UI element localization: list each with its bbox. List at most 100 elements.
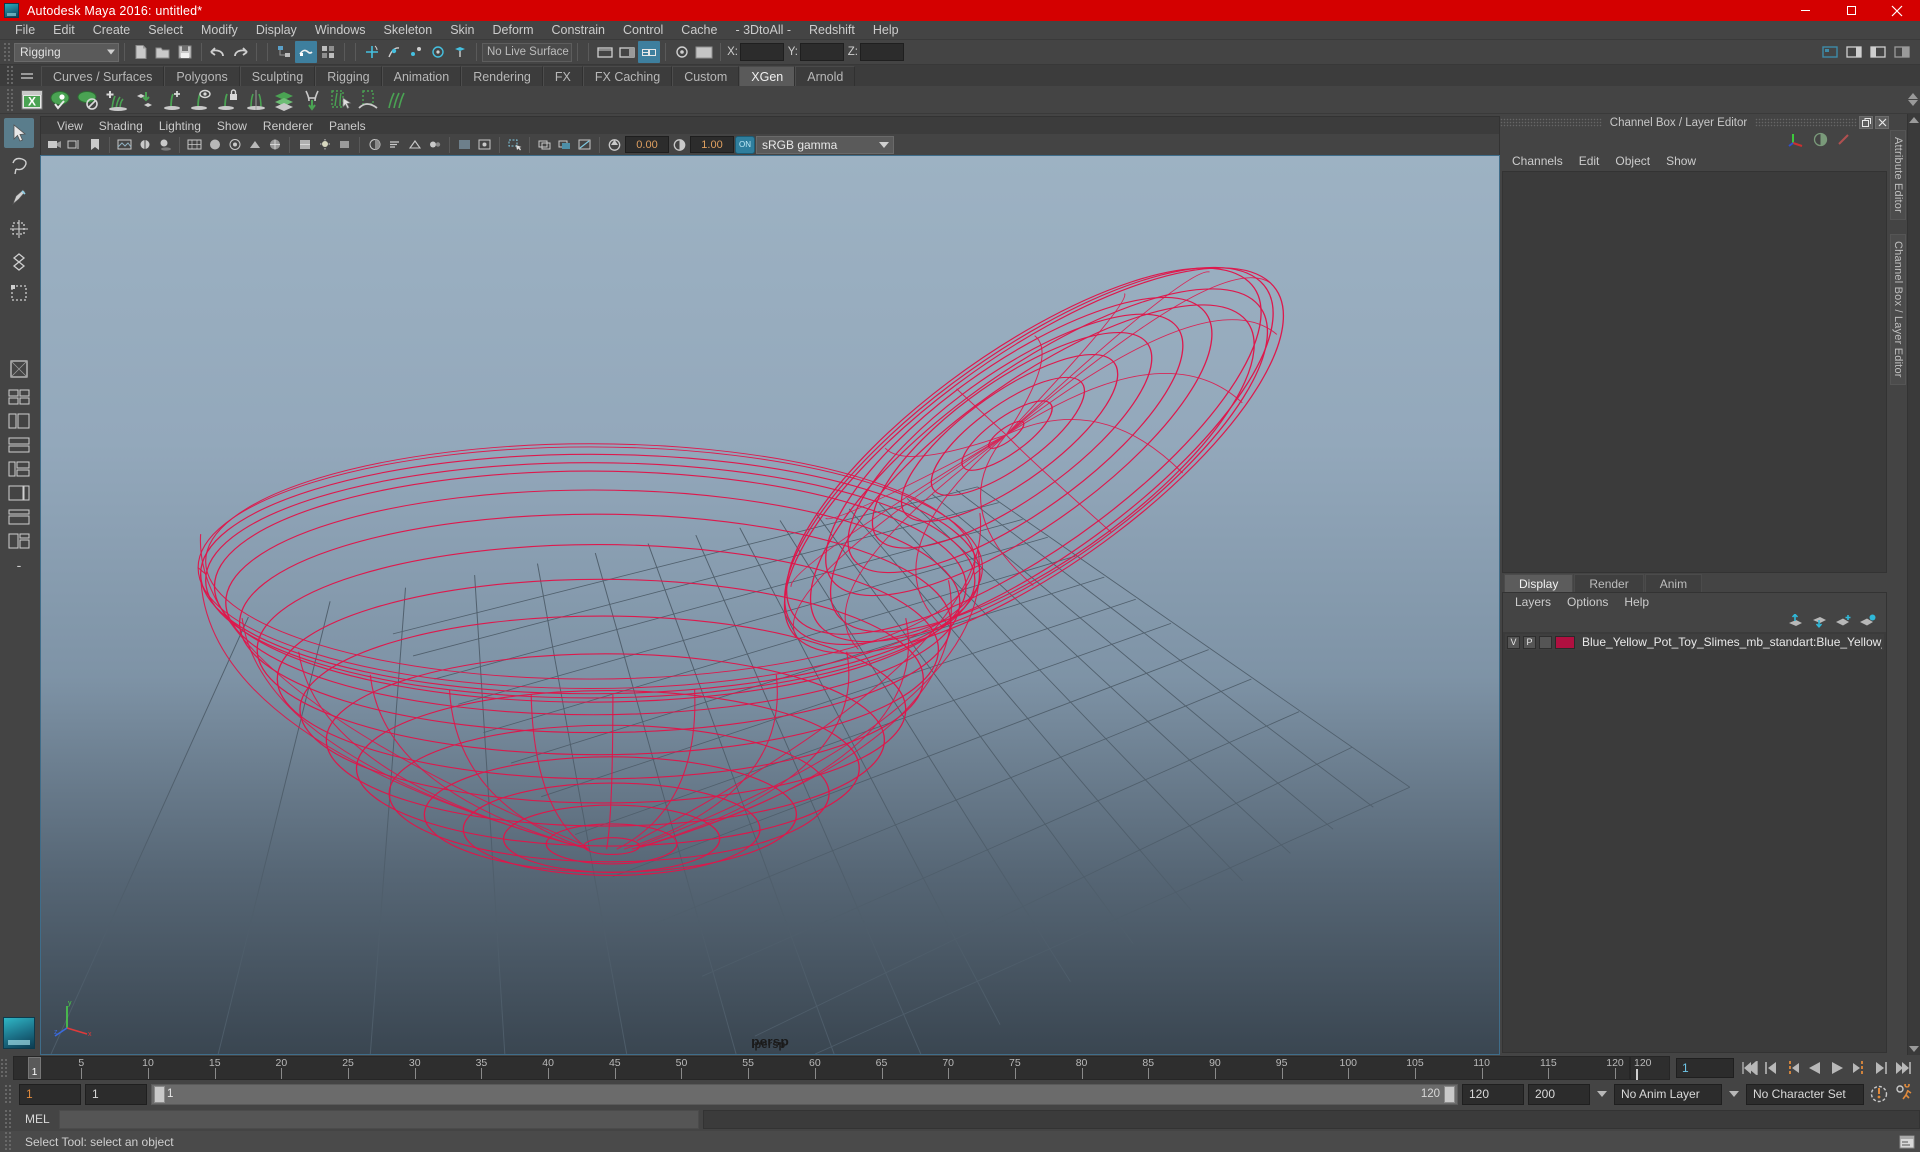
animation-preferences-icon[interactable] (1894, 1083, 1916, 1105)
script-editor-icon[interactable] (1898, 1133, 1916, 1151)
shadow-maps-icon[interactable] (335, 135, 354, 154)
shelf-tab-rendering[interactable]: Rendering (461, 66, 543, 86)
gate-mask-icon[interactable] (575, 135, 594, 154)
shelf-scroll-controls[interactable] (1908, 93, 1920, 106)
step-forward-keyframe-icon[interactable] (1872, 1059, 1890, 1077)
layer-color-swatch[interactable] (1555, 635, 1575, 649)
scroll-up-icon[interactable] (1908, 93, 1918, 99)
scroll-up-icon[interactable] (1909, 117, 1919, 123)
anim-layer-field[interactable]: No Anim Layer (1614, 1083, 1722, 1105)
menu-edit[interactable]: Edit (44, 21, 84, 40)
move-layer-down-icon[interactable] (1811, 614, 1828, 631)
shelf-tab-animation[interactable]: Animation (381, 66, 462, 86)
select-by-object-icon[interactable] (295, 41, 317, 63)
shelf-tab-custom[interactable]: Custom (672, 66, 740, 86)
bookmark-icon[interactable] (85, 135, 104, 154)
exposure-value[interactable]: 0.00 (625, 136, 669, 153)
scroll-down-icon[interactable] (1909, 1046, 1919, 1052)
select-by-component-icon[interactable] (317, 41, 339, 63)
layer-visibility-toggle[interactable]: V (1507, 635, 1520, 649)
time-slider[interactable]: 1 5 10 15 20 25 30 35 40 45 50 55 60 65 70 75 80 85 90 95 1… (13, 1056, 1630, 1080)
animation-end-field[interactable]: 200 (1528, 1083, 1590, 1105)
command-output[interactable] (703, 1109, 1920, 1129)
minimize-icon[interactable] (1782, 0, 1828, 21)
range-left-handle[interactable] (154, 1085, 165, 1103)
shelf-tab-sculpting[interactable]: Sculpting (239, 66, 316, 86)
right-panel-scrollbar[interactable] (1907, 114, 1920, 1055)
tab-display[interactable]: Display (1504, 574, 1574, 592)
single-perspective-layout[interactable] (4, 354, 34, 384)
helpline-grip[interactable] (4, 1131, 12, 1152)
menu-skin[interactable]: Skin (441, 21, 483, 40)
viewport-menu-panels[interactable]: Panels (321, 117, 374, 135)
auto-keyframe-icon[interactable] (1868, 1083, 1890, 1105)
open-scene-icon[interactable] (152, 41, 174, 63)
live-surface-field[interactable]: No Live Surface (482, 42, 572, 62)
guide-visibility-icon[interactable] (187, 87, 213, 113)
menu-control[interactable]: Control (614, 21, 672, 40)
new-layer-icon[interactable] (1835, 614, 1852, 631)
layer-menu-layers[interactable]: Layers (1507, 593, 1559, 612)
z-input[interactable] (860, 43, 904, 61)
menu-skeleton[interactable]: Skeleton (375, 21, 442, 40)
viewport-menu-renderer[interactable]: Renderer (255, 117, 321, 135)
perspective-viewport[interactable]: persp persp y x z (40, 155, 1500, 1055)
shadows-icon[interactable] (155, 135, 174, 154)
layer-row[interactable]: V P Blue_Yellow_Pot_Toy_Slimes_mb_standa… (1505, 634, 1884, 650)
use-all-lights-icon[interactable] (315, 135, 334, 154)
undock-icon[interactable] (1859, 116, 1874, 129)
step-back-keyframe-icon[interactable] (1762, 1059, 1780, 1077)
layer-stack-icon[interactable] (271, 87, 297, 113)
character-set-field[interactable]: No Character Set (1746, 1083, 1864, 1105)
shelf-menu-icon[interactable] (17, 66, 37, 85)
wireframe-icon[interactable] (185, 135, 204, 154)
hypershade-layout[interactable] (5, 458, 33, 480)
shelf-tab-polygons[interactable]: Polygons (164, 66, 240, 86)
shelf-icons-grip[interactable] (6, 87, 14, 112)
layout-minus-button[interactable]: - (5, 554, 33, 576)
select-guides-icon[interactable] (327, 87, 353, 113)
color-management-toggle[interactable]: ON (735, 135, 755, 154)
tab-render[interactable]: Render (1574, 574, 1644, 592)
rotate-tool[interactable] (4, 246, 34, 276)
isolate-select-icon[interactable] (505, 135, 524, 154)
statusline-grip[interactable] (3, 41, 11, 63)
menu-modify[interactable]: Modify (192, 21, 247, 40)
comb-guides-icon[interactable] (383, 87, 409, 113)
playback-start-field[interactable]: 1 (85, 1083, 147, 1105)
new-scene-icon[interactable] (130, 41, 152, 63)
wireframe-on-shaded-icon[interactable] (265, 135, 284, 154)
textures-icon[interactable] (295, 135, 314, 154)
command-input[interactable] (59, 1109, 699, 1129)
multisample-antialias-icon[interactable] (405, 135, 424, 154)
add-guides-icon[interactable] (103, 87, 129, 113)
gamma-value[interactable]: 1.00 (690, 136, 734, 153)
menu-help[interactable]: Help (864, 21, 908, 40)
select-tool[interactable] (4, 118, 34, 148)
step-forward-frame-icon[interactable] (1850, 1059, 1868, 1077)
viewport-menu-shading[interactable]: Shading (91, 117, 151, 135)
select-camera-icon[interactable] (45, 135, 64, 154)
depth-of-field-icon[interactable] (425, 135, 444, 154)
shelf-tab-curves-surfaces[interactable]: Curves / Surfaces (41, 66, 165, 86)
layer-menu-help[interactable]: Help (1616, 593, 1657, 612)
select-by-hierarchy-icon[interactable] (273, 41, 295, 63)
menu-create[interactable]: Create (84, 21, 140, 40)
channel-box-menu-edit[interactable]: Edit (1571, 152, 1608, 171)
commandline-grip[interactable] (4, 1108, 12, 1130)
snap-to-view-plane-icon[interactable] (449, 41, 471, 63)
slash-icon[interactable] (1836, 132, 1851, 150)
scroll-down-icon[interactable] (1908, 100, 1918, 106)
menu-display[interactable]: Display (247, 21, 306, 40)
show-hide-channel-box-icon[interactable] (1891, 41, 1913, 63)
tab-anim[interactable]: Anim (1644, 574, 1703, 592)
render-view-icon[interactable] (693, 41, 715, 63)
shelf-tab-arnold[interactable]: Arnold (795, 66, 856, 86)
channel-box-attribute-list[interactable] (1502, 171, 1887, 573)
view-transform-dropdown[interactable]: sRGB gamma (756, 135, 894, 154)
add-guide-plus-icon[interactable] (159, 87, 185, 113)
channel-box-icon[interactable] (638, 41, 660, 63)
shelf-tab-rigging[interactable]: Rigging (315, 66, 382, 86)
smooth-shade-all-icon[interactable] (225, 135, 244, 154)
menu-redshift[interactable]: Redshift (800, 21, 864, 40)
